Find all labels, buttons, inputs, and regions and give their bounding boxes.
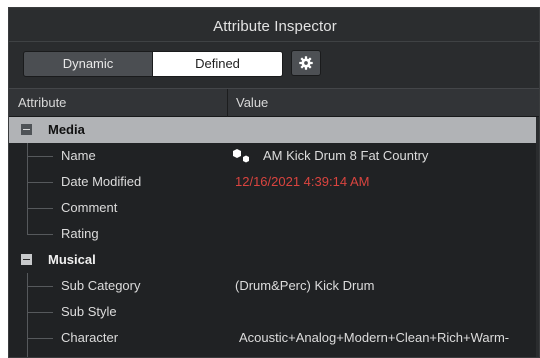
gear-icon (299, 56, 313, 70)
attribute-label: Rating (61, 226, 99, 241)
defined-tab-button[interactable]: Defined (153, 51, 283, 77)
attribute-label: Sub Category (61, 278, 141, 293)
attribute-row-rating[interactable]: Rating (9, 221, 539, 247)
attribute-column-header[interactable]: Attribute (9, 89, 228, 117)
inspector-toolbar: Dynamic Defined (9, 42, 539, 88)
attribute-row-sub-category[interactable]: Sub Category (Drum&Perc) Kick Drum (9, 273, 539, 299)
attribute-value: (Drum&Perc) Kick Drum (235, 278, 375, 293)
attribute-row-name[interactable]: Name AM Kick Drum 8 Fat Country (9, 143, 539, 169)
value-column-header[interactable]: Value (228, 89, 539, 117)
attribute-inspector-panel: Attribute Inspector Dynamic Defined Attr… (8, 7, 540, 358)
panel-title: Attribute Inspector (213, 18, 337, 35)
group-row-media[interactable]: Media (9, 117, 539, 143)
collapse-toggle-icon[interactable] (21, 124, 32, 135)
dynamic-tab-button[interactable]: Dynamic (23, 51, 153, 77)
attribute-label: Name (61, 148, 96, 163)
attribute-value: 12/16/2021 4:39:14 AM (235, 174, 370, 189)
attribute-row-date-modified[interactable]: Date Modified 12/16/2021 4:39:14 AM (9, 169, 539, 195)
attribute-label: Date Modified (61, 174, 142, 189)
attribute-value: Acoustic+Analog+Modern+Clean+Rich+Warm- (239, 330, 510, 345)
attribute-label: Character (61, 330, 119, 345)
column-header-row: Attribute Value (9, 88, 539, 117)
collapse-toggle-icon[interactable] (21, 254, 32, 265)
attribute-label: Sub Style (61, 304, 117, 319)
attribute-value: AM Kick Drum 8 Fat Country (263, 148, 429, 163)
attribute-tree: Media Name AM Kick Drum 8 Fat Country Da… (9, 117, 539, 357)
sound-file-icon (233, 149, 249, 163)
attribute-row-sub-style[interactable]: Sub Style (9, 299, 539, 325)
vertical-scrollbar[interactable] (536, 117, 539, 357)
attribute-row-character[interactable]: Character Acoustic+Analog+Modern+Clean+R… (9, 325, 539, 351)
group-row-musical[interactable]: Musical (9, 247, 539, 273)
group-label: Media (48, 122, 85, 137)
attribute-label: Comment (61, 200, 118, 215)
attribute-row-comment[interactable]: Comment (9, 195, 539, 221)
group-label: Musical (48, 252, 96, 267)
settings-button[interactable] (291, 50, 321, 76)
panel-title-bar: Attribute Inspector (9, 8, 539, 42)
